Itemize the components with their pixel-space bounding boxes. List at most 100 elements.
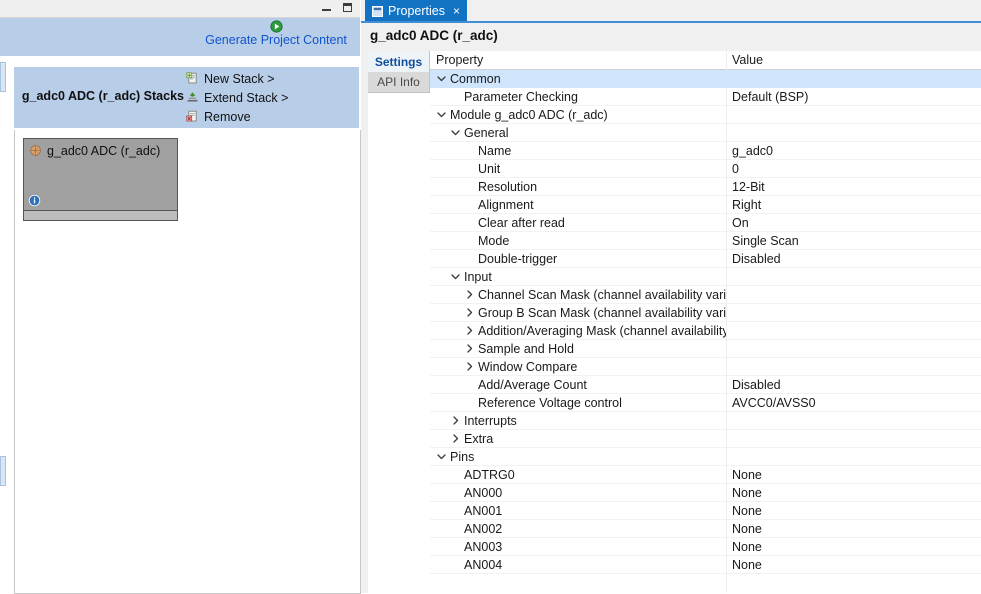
- stack-canvas[interactable]: g_adc0 ADC (r_adc): [14, 130, 361, 594]
- module-icon: [29, 144, 42, 157]
- tab-properties[interactable]: Properties ×: [365, 0, 467, 22]
- chevron-right-icon[interactable]: [450, 415, 461, 426]
- property-label: Module g_adc0 ADC (r_adc): [450, 108, 608, 122]
- panel-titlebar: [0, 0, 360, 18]
- chevron-right-icon[interactable]: [464, 289, 475, 300]
- value-cell[interactable]: Single Scan: [732, 234, 799, 248]
- table-row[interactable]: Clear after readOn: [430, 214, 981, 232]
- extend-stack-button[interactable]: Extend Stack >: [186, 88, 361, 107]
- chevron-right-icon[interactable]: [464, 361, 475, 372]
- close-icon[interactable]: ×: [453, 5, 460, 17]
- value-cell[interactable]: None: [732, 486, 762, 500]
- tab-settings[interactable]: Settings: [368, 51, 430, 72]
- maximize-icon[interactable]: [342, 2, 354, 14]
- table-row[interactable]: Double-triggerDisabled: [430, 250, 981, 268]
- property-label: AN003: [464, 540, 502, 554]
- table-row[interactable]: Module g_adc0 ADC (r_adc): [430, 106, 981, 124]
- minimize-icon[interactable]: [321, 2, 333, 14]
- chevron-right-icon[interactable]: [464, 307, 475, 318]
- table-row[interactable]: Common: [430, 70, 981, 88]
- table-row[interactable]: Interrupts: [430, 412, 981, 430]
- table-row[interactable]: General: [430, 124, 981, 142]
- stacks-header-label: g_adc0 ADC (r_adc) Stacks: [14, 89, 184, 103]
- table-row[interactable]: Parameter Checking Default (BSP): [430, 88, 981, 106]
- property-label: Input: [464, 270, 492, 284]
- table-row[interactable]: Extra: [430, 430, 981, 448]
- property-cell: AN004: [430, 556, 726, 574]
- stacks-header: g_adc0 ADC (r_adc) Stacks: [14, 67, 359, 128]
- property-cell: Common: [430, 70, 726, 88]
- table-row[interactable]: Nameg_adc0: [430, 142, 981, 160]
- properties-grid[interactable]: Property Value Common Parameter Checking D…: [430, 51, 981, 593]
- value-cell[interactable]: g_adc0: [732, 144, 773, 158]
- chevron-down-icon[interactable]: [450, 127, 461, 138]
- table-row[interactable]: AN001 None: [430, 502, 981, 520]
- table-row[interactable]: Add/Average CountDisabled: [430, 376, 981, 394]
- table-row[interactable]: AN004 None: [430, 556, 981, 574]
- table-row[interactable]: Window Compare: [430, 358, 981, 376]
- chevron-right-icon[interactable]: [464, 343, 475, 354]
- table-row[interactable]: Resolution 12-Bit: [430, 178, 981, 196]
- extend-stack-icon: [186, 91, 199, 104]
- chevron-right-icon[interactable]: [450, 433, 461, 444]
- properties-view: Properties × g_adc0 ADC (r_adc) Settings…: [361, 0, 981, 593]
- info-icon[interactable]: [28, 194, 41, 207]
- stack-node-adc[interactable]: g_adc0 ADC (r_adc): [23, 138, 178, 221]
- value-cell[interactable]: None: [732, 468, 762, 482]
- tab-settings-label: Settings: [375, 55, 422, 69]
- table-row[interactable]: AN000None: [430, 484, 981, 502]
- table-row[interactable]: Pins: [430, 448, 981, 466]
- value-cell[interactable]: None: [732, 540, 762, 554]
- remove-stack-button[interactable]: Remove: [186, 107, 361, 126]
- table-row[interactable]: Reference Voltage controlAVCC0/AVSS0: [430, 394, 981, 412]
- table-row[interactable]: AN003 None: [430, 538, 981, 556]
- table-row[interactable]: ADTRG0None: [430, 466, 981, 484]
- table-row[interactable]: Channel Scan Mask (channel availability …: [430, 286, 981, 304]
- value-cell[interactable]: Default (BSP): [732, 90, 808, 104]
- application-window: Generate Project Content g_adc0 ADC (r_a…: [0, 0, 981, 593]
- value-cell[interactable]: None: [732, 522, 762, 536]
- stack-node-label: g_adc0 ADC (r_adc): [47, 144, 160, 158]
- table-row[interactable]: ModeSingle Scan: [430, 232, 981, 250]
- column-header-property[interactable]: Property: [436, 53, 483, 67]
- property-label: Resolution: [478, 180, 537, 194]
- property-label: Interrupts: [464, 414, 517, 428]
- new-stack-button[interactable]: New Stack >: [186, 69, 361, 88]
- chevron-down-icon[interactable]: [436, 109, 447, 120]
- value-cell[interactable]: AVCC0/AVSS0: [732, 396, 816, 410]
- play-circle-green-icon: [270, 20, 283, 33]
- chevron-down-icon[interactable]: [450, 271, 461, 282]
- chevron-down-icon[interactable]: [436, 451, 447, 462]
- value-cell[interactable]: None: [732, 558, 762, 572]
- tab-api-info[interactable]: API Info: [368, 72, 430, 93]
- chevron-right-icon[interactable]: [464, 325, 475, 336]
- extend-stack-label: Extend Stack >: [204, 91, 288, 105]
- property-label: Parameter Checking: [464, 90, 578, 104]
- value-cell[interactable]: None: [732, 504, 762, 518]
- table-row[interactable]: AN002None: [430, 520, 981, 538]
- chevron-down-icon[interactable]: [436, 73, 447, 84]
- property-label: AN001: [464, 504, 502, 518]
- value-cell[interactable]: On: [732, 216, 749, 230]
- table-row[interactable]: Alignment Right: [430, 196, 981, 214]
- value-cell[interactable]: Disabled: [732, 252, 781, 266]
- stacks-body: g_adc0 ADC (r_adc) Stacks: [0, 57, 360, 594]
- table-row[interactable]: Group B Scan Mask (channel availability …: [430, 304, 981, 322]
- column-header-value[interactable]: Value: [732, 53, 763, 67]
- table-row[interactable]: Input: [430, 268, 981, 286]
- table-row[interactable]: Addition/Averaging Mask (channel availab…: [430, 322, 981, 340]
- value-cell[interactable]: Right: [732, 198, 761, 212]
- property-cell: Parameter Checking: [430, 88, 726, 106]
- generate-project-content-button[interactable]: Generate Project Content: [196, 18, 356, 48]
- value-cell[interactable]: Disabled: [732, 378, 781, 392]
- properties-side-tabs: Settings API Info: [368, 51, 430, 593]
- property-cell: Alignment: [430, 196, 726, 214]
- table-row[interactable]: Sample and Hold: [430, 340, 981, 358]
- property-cell: Module g_adc0 ADC (r_adc): [430, 106, 726, 124]
- table-row[interactable]: Unit0: [430, 160, 981, 178]
- stacks-editor-panel: Generate Project Content g_adc0 ADC (r_a…: [0, 0, 360, 593]
- properties-icon: [372, 6, 383, 17]
- value-cell[interactable]: 0: [732, 162, 739, 176]
- value-cell[interactable]: 12-Bit: [732, 180, 765, 194]
- generate-project-content-link[interactable]: Generate Project Content: [196, 33, 356, 48]
